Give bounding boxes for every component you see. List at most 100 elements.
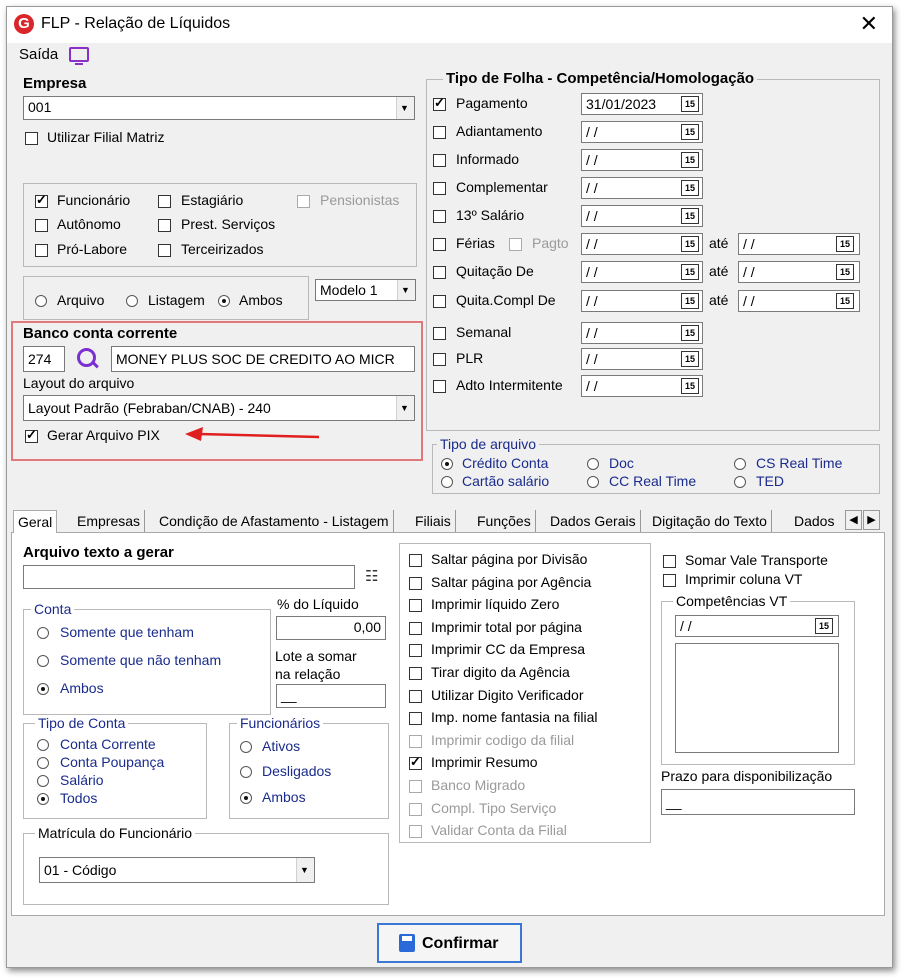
tab-condicao-afastamento[interactable]: Condição de Afastamento - Listagem <box>155 510 394 532</box>
folder-tree-icon[interactable]: ☷ <box>365 567 387 587</box>
chevron-down-icon[interactable] <box>396 97 414 119</box>
calendar-icon[interactable]: 15 <box>681 124 699 140</box>
option-checkbox[interactable] <box>409 825 422 839</box>
option-checkbox[interactable] <box>409 689 422 703</box>
gerar-pix-checkbox[interactable] <box>25 427 38 443</box>
ted-radio[interactable] <box>734 476 746 488</box>
calendar-icon[interactable]: 15 <box>681 180 699 196</box>
option-checkbox[interactable] <box>409 599 422 613</box>
option-checkbox[interactable] <box>409 667 422 680</box>
tab-digitacao-texto[interactable]: Digitação do Texto <box>648 510 772 532</box>
confirmar-button[interactable]: Confirmar <box>377 923 522 963</box>
imprimir-vt-checkbox[interactable] <box>663 574 676 587</box>
terceirizados-checkbox[interactable] <box>158 244 171 257</box>
todos-radio[interactable] <box>37 793 49 805</box>
desligados-radio[interactable] <box>240 766 252 778</box>
folha-checkbox[interactable] <box>433 126 446 139</box>
monitor-icon[interactable] <box>69 47 89 62</box>
autonomo-checkbox[interactable] <box>35 219 48 232</box>
calendar-icon[interactable]: 15 <box>681 208 699 224</box>
calendar-icon[interactable]: 15 <box>681 325 699 341</box>
arquivo-texto-field[interactable] <box>23 565 355 589</box>
funcionarios-ambos-radio[interactable] <box>240 792 252 804</box>
calendar-icon[interactable]: 15 <box>836 236 854 252</box>
chevron-down-icon[interactable] <box>296 858 314 882</box>
tab-scroll-right-icon[interactable]: ▶ <box>863 510 880 530</box>
calendar-icon[interactable]: 15 <box>681 264 699 280</box>
credito-conta-radio[interactable] <box>441 458 453 470</box>
folha-checkbox[interactable] <box>433 380 446 393</box>
menu-saida[interactable]: Saída <box>19 46 58 63</box>
chevron-down-icon[interactable] <box>396 396 414 420</box>
calendar-icon[interactable]: 15 <box>681 152 699 168</box>
lote-field[interactable]: __ <box>276 684 386 708</box>
cartao-salario-radio[interactable] <box>441 476 453 488</box>
folha-checkbox[interactable] <box>433 182 446 195</box>
ativos-radio[interactable] <box>240 741 252 753</box>
folha-checkbox[interactable] <box>433 154 446 167</box>
pensionistas-checkbox[interactable] <box>297 195 310 208</box>
tab-dados[interactable]: Dados <box>790 510 838 532</box>
folha-checkbox[interactable] <box>433 327 446 340</box>
conta-ambos-radio[interactable] <box>37 683 49 695</box>
filial-matriz-checkbox[interactable] <box>25 132 38 145</box>
tab-geral[interactable]: Geral <box>13 510 58 533</box>
calendar-icon[interactable]: 15 <box>681 236 699 252</box>
option-checkbox[interactable] <box>409 802 422 816</box>
calendar-icon[interactable]: 15 <box>836 264 854 280</box>
competencias-list[interactable] <box>675 643 839 753</box>
tab-funcoes[interactable]: Funções <box>473 510 536 532</box>
funcionario-checkbox[interactable] <box>35 192 48 208</box>
option-checkbox[interactable] <box>409 576 422 590</box>
banco-codigo-field[interactable]: 274 <box>23 346 65 372</box>
doc-radio[interactable] <box>587 458 599 470</box>
folha-checkbox[interactable] <box>433 295 446 308</box>
chevron-down-icon[interactable] <box>397 280 415 300</box>
prest-servicos-checkbox[interactable] <box>158 219 171 232</box>
option-checkbox[interactable] <box>409 712 422 726</box>
folha-checkbox[interactable] <box>433 266 446 279</box>
conta-corrente-radio[interactable] <box>37 739 49 751</box>
folha-checkbox[interactable] <box>433 353 446 366</box>
tab-empresas[interactable]: Empresas <box>73 510 146 532</box>
prazo-field[interactable]: __ <box>661 789 855 815</box>
calendar-icon[interactable]: 15 <box>681 378 699 394</box>
tab-filiais[interactable]: Filiais <box>411 510 456 532</box>
listagem-radio[interactable] <box>126 295 138 307</box>
option-checkbox[interactable] <box>409 621 422 635</box>
somar-vt-checkbox[interactable] <box>663 555 676 568</box>
salario-radio[interactable] <box>37 775 49 787</box>
cs-real-time-radio[interactable] <box>734 458 746 470</box>
folha-checkbox[interactable] <box>433 210 446 223</box>
close-icon[interactable]: ✕ <box>860 11 878 37</box>
calendar-icon[interactable]: 15 <box>836 293 854 309</box>
tab-dados-gerais[interactable]: Dados Gerais <box>546 510 641 532</box>
conta-somente-nao-tenham-radio[interactable] <box>37 655 49 667</box>
modelo-combo[interactable]: Modelo 1 <box>315 279 416 301</box>
folha-checkbox[interactable] <box>433 238 446 251</box>
empresa-combo[interactable]: 001 <box>23 96 415 120</box>
arquivo-radio[interactable] <box>35 295 47 307</box>
pct-liquido-field[interactable]: 0,00 <box>276 616 386 640</box>
conta-somente-tenham-radio[interactable] <box>37 627 49 639</box>
option-checkbox[interactable] <box>409 554 422 567</box>
option-checkbox[interactable] <box>409 644 422 658</box>
option-checkbox[interactable] <box>409 780 422 793</box>
banco-nome-field[interactable]: MONEY PLUS SOC DE CREDITO AO MICR <box>111 346 415 372</box>
pro-labore-checkbox[interactable] <box>35 244 48 257</box>
tab-scroll-left-icon[interactable]: ◀ <box>845 510 862 530</box>
ambos-radio[interactable] <box>218 295 230 307</box>
calendar-icon[interactable]: 15 <box>815 618 833 634</box>
cc-real-time-radio[interactable] <box>587 476 599 488</box>
option-checkbox[interactable] <box>409 734 422 748</box>
folha-checkbox[interactable] <box>433 95 446 111</box>
pagto-checkbox[interactable] <box>509 238 522 251</box>
calendar-icon[interactable]: 15 <box>681 351 699 367</box>
layout-combo[interactable]: Layout Padrão (Febraban/CNAB) - 240 <box>23 395 415 421</box>
conta-poupanca-radio[interactable] <box>37 757 49 769</box>
estagiario-checkbox[interactable] <box>158 195 171 208</box>
calendar-icon[interactable]: 15 <box>681 96 699 112</box>
option-checkbox[interactable] <box>409 754 422 771</box>
calendar-icon[interactable]: 15 <box>681 293 699 309</box>
matricula-combo[interactable]: 01 - Código <box>39 857 315 883</box>
